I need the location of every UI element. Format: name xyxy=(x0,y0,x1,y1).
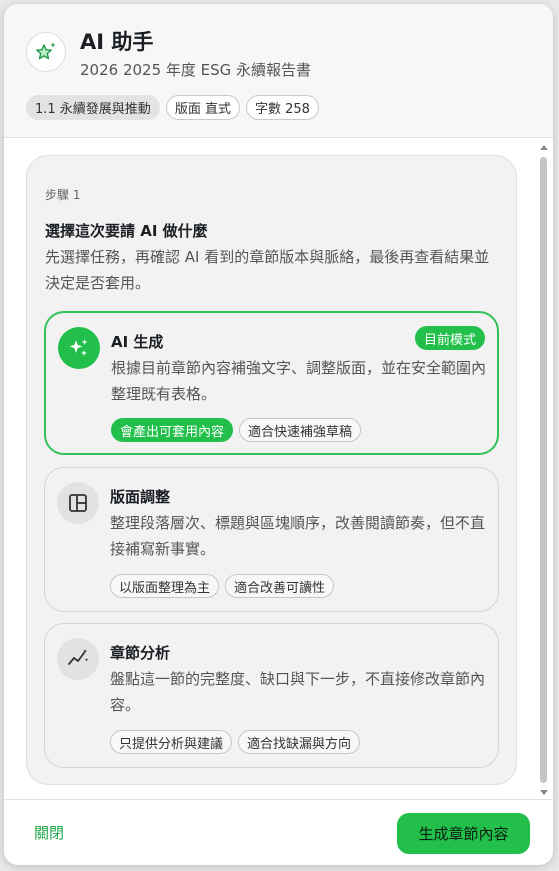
option-tags: 以版面整理為主 適合改善可讀性 xyxy=(110,574,335,598)
ai-assistant-panel: AI 助手 2026 2025 年度 ESG 永續報告書 1.1 永續發展與推動… xyxy=(4,4,553,865)
option-tags: 只提供分析與建議 適合找缺漏與方向 xyxy=(110,730,361,754)
option-description: 根據目前章節內容補強文字、調整版面，並在安全範圍內整理既有表格。 xyxy=(111,359,487,403)
option-title: AI 生成 xyxy=(111,333,164,351)
option-title: 章節分析 xyxy=(110,644,171,662)
option-description: 盤點這一節的完整度、缺口與下一步，不直接修改章節內容。 xyxy=(110,670,486,714)
step-title: 選擇這次要請 AI 做什麼 xyxy=(45,222,208,240)
option-tags: 會產出可套用內容 適合快速補強草稿 xyxy=(111,418,362,442)
option-tag: 以版面整理為主 xyxy=(110,574,220,598)
generate-section-button[interactable]: 生成章節內容 xyxy=(397,813,530,854)
option-tag: 適合快速補強草稿 xyxy=(239,418,362,442)
step-description: 先選擇任務，再確認 AI 看到的章節版本與脈絡，最後再查看結果並決定是否套用。 xyxy=(45,248,490,292)
option-ai-generate[interactable]: AI 生成 目前模式 根據目前章節內容補強文字、調整版面，並在安全範圍內整理既有… xyxy=(44,311,499,455)
sparkles-icon xyxy=(58,327,100,369)
section-chip: 1.1 永續發展與推動 xyxy=(26,95,160,120)
option-section-analysis[interactable]: 章節分析 盤點這一節的完整度、缺口與下一步，不直接修改章節內容。 只提供分析與建… xyxy=(44,623,499,768)
scroll-down-arrow-icon[interactable] xyxy=(540,790,548,795)
panel-title: AI 助手 xyxy=(80,30,154,54)
panel-footer: 關閉 生成章節內容 xyxy=(4,799,553,865)
option-tag: 只提供分析與建議 xyxy=(110,730,233,754)
panel-content[interactable]: 步驟 1 選擇這次要請 AI 做什麼 先選擇任務，再確認 AI 看到的章節版本與… xyxy=(4,139,553,799)
current-mode-badge: 目前模式 xyxy=(414,326,485,350)
context-chips: 1.1 永續發展與推動 版面 直式 字數 258 xyxy=(26,95,319,120)
sparkle-star-icon xyxy=(26,32,66,72)
option-title: 版面調整 xyxy=(110,488,171,506)
option-tag: 會產出可套用內容 xyxy=(111,418,234,442)
option-tag: 適合改善可讀性 xyxy=(225,574,335,598)
panel-header: AI 助手 2026 2025 年度 ESG 永續報告書 1.1 永續發展與推動… xyxy=(4,4,553,138)
option-description: 整理段落層次、標題與區塊順序，改善閱讀節奏，但不直接補寫新事實。 xyxy=(110,514,486,558)
step-label: 步驟 1 xyxy=(45,188,81,202)
layout-chip: 版面 直式 xyxy=(165,95,240,120)
step-card: 步驟 1 選擇這次要請 AI 做什麼 先選擇任務，再確認 AI 看到的章節版本與… xyxy=(26,155,517,785)
layout-icon xyxy=(57,482,99,524)
option-layout-adjust[interactable]: 版面調整 整理段落層次、標題與區塊順序，改善閱讀節奏，但不直接補寫新事實。 以版… xyxy=(44,467,499,612)
close-button[interactable]: 關閉 xyxy=(34,822,64,843)
word-count-chip: 字數 258 xyxy=(245,95,319,120)
document-subtitle: 2026 2025 年度 ESG 永續報告書 xyxy=(80,61,312,79)
scroll-thumb[interactable] xyxy=(540,157,547,783)
analytics-icon xyxy=(57,638,99,680)
option-tag: 適合找缺漏與方向 xyxy=(238,730,361,754)
content-scrollbar[interactable] xyxy=(538,139,549,799)
scroll-up-arrow-icon[interactable] xyxy=(540,145,548,150)
